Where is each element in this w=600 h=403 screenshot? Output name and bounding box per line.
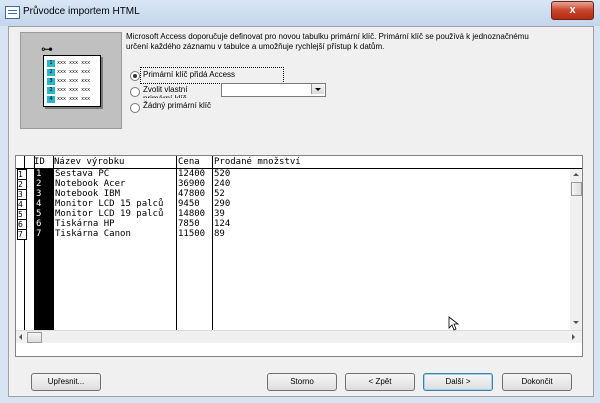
vertical-scroll-thumb[interactable] (571, 182, 582, 196)
table-row[interactable]: 1 1 Sestava PC 12400 520 (16, 169, 566, 180)
key-icon: ⊶ (41, 42, 53, 56)
cell-name: Tiskárna HP (55, 219, 115, 229)
window-title: Průvodce importem HTML (23, 6, 140, 17)
cell-qty: 124 (214, 219, 231, 229)
illustration-panel: ⊶ 1 xxx xxx xxx 2 xxx xxx xxx 3 xxx xxx xxx 2 x… (20, 32, 122, 129)
illustration-row-text: xxx xxx xxx (57, 69, 91, 75)
illustration-row-number: 2 (47, 69, 55, 76)
illustration-row: 2 xxx xxx xxx (47, 69, 99, 76)
illustration-row-number: 4 (47, 96, 55, 103)
cell-name: Notebook IBM (55, 189, 121, 199)
mouse-pointer-icon (448, 316, 460, 331)
cell-id: 2 (36, 179, 42, 189)
illustration-row-number: 2 (47, 87, 55, 94)
table-row[interactable]: 6 6 Tiskárna HP 7850 124 (16, 219, 566, 230)
illustration-row: 2 xxx xxx xxx (47, 87, 99, 94)
scroll-up-icon[interactable] (573, 173, 579, 176)
illustration-row-text: xxx xxx xxx (57, 87, 91, 93)
cell-price: 12400 (178, 169, 206, 179)
table-row[interactable]: 3 3 Notebook IBM 47800 52 (16, 189, 566, 200)
cell-id: 7 (36, 229, 42, 239)
wizard-client-area: ⊶ 1 xxx xxx xxx 2 xxx xxx xxx 3 xxx xxx xxx 2 x… (8, 26, 594, 397)
cell-id: 1 (36, 169, 42, 179)
cell-name: Notebook Acer (55, 179, 126, 189)
back-button[interactable]: < Zpět (345, 373, 415, 391)
table-row[interactable]: 5 5 Monitor LCD 19 palců 14800 39 (16, 209, 566, 220)
illustration-row-text: xxx xxx xxx (57, 60, 91, 66)
illustration-row-text: xxx xxx xxx (57, 78, 91, 84)
cell-price: 7850 (178, 219, 200, 229)
cell-name: Monitor LCD 19 palců (55, 209, 164, 219)
cell-name: Tiskárna Canon (55, 229, 131, 239)
next-button[interactable]: Další > (423, 373, 493, 391)
radio-choose-own-label-line2[interactable]: primární klíč (143, 94, 187, 98)
cell-qty: 39 (214, 209, 225, 219)
table-row[interactable]: 7 7 Tiskárna Canon 11500 89 (16, 229, 566, 240)
window-icon (5, 6, 20, 19)
cell-id: 3 (36, 189, 42, 199)
cell-qty: 240 (214, 179, 231, 189)
close-button[interactable]: x (551, 1, 594, 20)
cell-price: 9450 (178, 199, 200, 209)
illustration-table: 1 xxx xxx xxx 2 xxx xxx xxx 3 xxx xxx xxx 2 xxx… (43, 55, 101, 107)
cell-qty: 290 (214, 199, 231, 209)
radio-no-key[interactable] (130, 103, 140, 113)
finish-button[interactable]: Dokončit (502, 373, 572, 391)
radio-choose-own[interactable] (130, 87, 140, 97)
header-qty[interactable]: Prodané množství (212, 156, 301, 168)
illustration-row: 3 xxx xxx xxx (47, 78, 99, 85)
cell-name: Monitor LCD 15 palců (55, 199, 164, 209)
horizontal-scroll-thumb[interactable] (27, 332, 42, 343)
radio-no-key-label[interactable]: Žádný primární klíč (143, 101, 211, 110)
cell-name: Sestava PC (55, 169, 110, 179)
cell-price: 47800 (178, 189, 206, 199)
scroll-down-icon[interactable] (573, 321, 579, 324)
radio-choose-own-label-line1[interactable]: Zvolit vlastní (143, 85, 187, 94)
scroll-right-icon[interactable] (572, 334, 575, 340)
cell-price: 14800 (178, 209, 206, 219)
chevron-down-icon[interactable] (311, 84, 324, 94)
radio-access-adds-label[interactable]: Primární klíč přidá Access (143, 70, 235, 79)
cell-qty: 52 (214, 189, 225, 199)
cell-id: 5 (36, 209, 42, 219)
illustration-row-text: xxx xxx xxx (57, 96, 91, 102)
table-row[interactable]: 2 2 Notebook Acer 36900 240 (16, 179, 566, 190)
illustration-row-number: 3 (47, 78, 55, 85)
illustration-row: 1 xxx xxx xxx (47, 60, 99, 67)
grid-header: ID Název výrobku Cena Prodané množství (16, 156, 582, 169)
cell-id: 4 (36, 199, 42, 209)
cell-qty: 520 (214, 169, 231, 179)
description-text: Microsoft Access doporučuje definovat pr… (126, 32, 529, 51)
table-row[interactable]: 4 4 Monitor LCD 15 palců 9450 290 (16, 199, 566, 210)
radio-access-adds[interactable] (130, 71, 140, 81)
cell-id: 6 (36, 219, 42, 229)
illustration-row: 4 xxx xxx xxx (47, 96, 99, 103)
scroll-left-icon[interactable] (19, 334, 22, 340)
vertical-scrollbar[interactable] (570, 169, 582, 330)
header-price[interactable]: Cena (176, 156, 200, 168)
horizontal-scrollbar[interactable] (16, 330, 582, 343)
row-number: 7 (17, 229, 27, 240)
header-name[interactable]: Název výrobku (52, 156, 124, 168)
cell-qty: 89 (214, 229, 225, 239)
cell-price: 36900 (178, 179, 206, 189)
cell-price: 11500 (178, 229, 206, 239)
advanced-button[interactable]: Upřesnit... (31, 373, 101, 391)
primary-key-combo[interactable] (221, 83, 326, 97)
title-bar: Průvodce importem HTML x (0, 0, 600, 26)
illustration-row-number: 1 (47, 60, 55, 67)
cancel-button[interactable]: Storno (267, 373, 337, 391)
data-preview-grid[interactable]: ID Název výrobku Cena Prodané množství 1… (15, 155, 583, 357)
